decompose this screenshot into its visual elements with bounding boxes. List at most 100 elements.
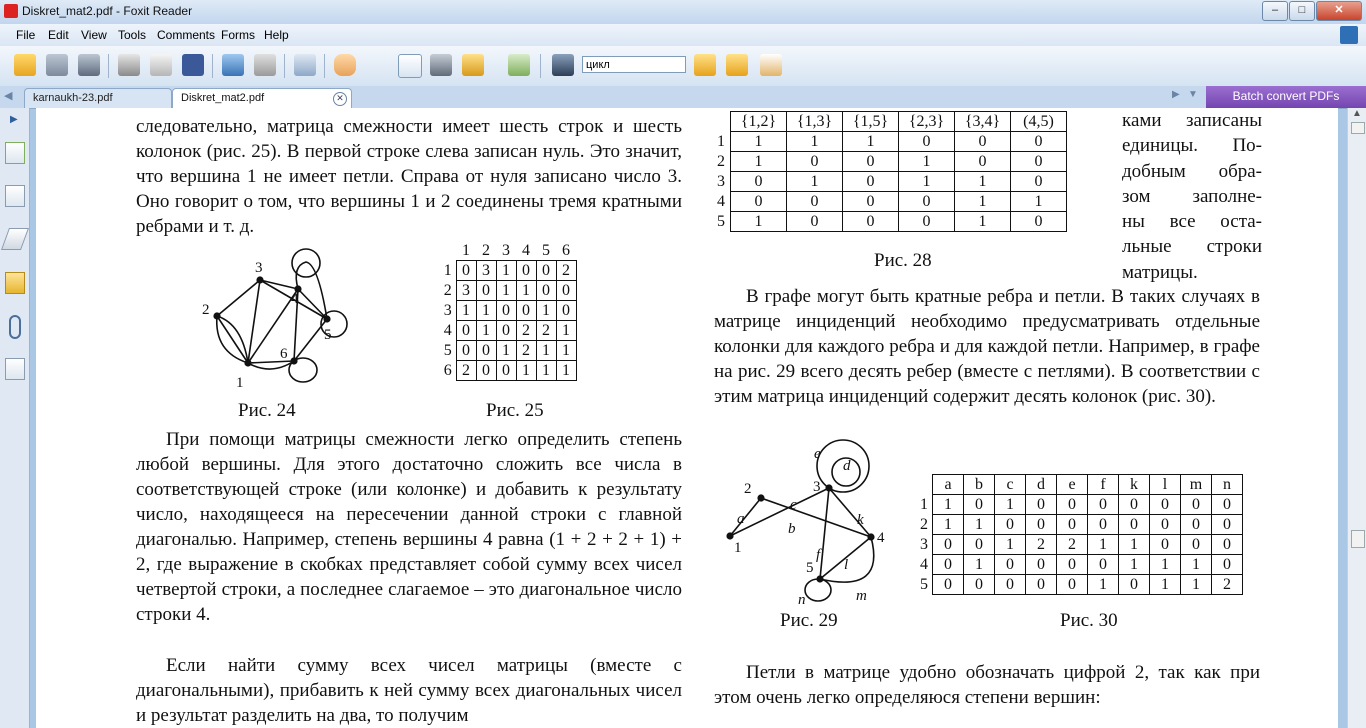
tab-diskret-mat2[interactable]: Diskret_mat2.pdf ✕	[172, 88, 352, 108]
save-as-icon[interactable]	[78, 54, 100, 76]
tab-karnaukh[interactable]: karnaukh-23.pdf	[24, 88, 172, 108]
matrix-row: 1111000	[712, 131, 1067, 152]
side-text-line: матрицы.	[1122, 261, 1198, 283]
matrix-cell: 0	[1010, 171, 1067, 192]
paragraph-adjacency-matrix: следовательно, матрица смежности имеет ш…	[136, 116, 682, 237]
text-select-icon[interactable]	[398, 54, 422, 78]
layers-panel-icon[interactable]	[0, 228, 30, 250]
attachments-paperclip-icon[interactable]	[9, 315, 21, 339]
matrix-row-label: 1	[443, 261, 452, 279]
matrix-row-label: 4	[717, 192, 725, 210]
caption-fig-30: Рис. 30	[1060, 610, 1118, 631]
network-icon[interactable]	[254, 54, 276, 76]
side-text-line: добным обра-	[1122, 160, 1262, 182]
matrix-row: 21100000000	[916, 514, 1243, 535]
edge-label-c: c	[790, 497, 797, 513]
menu-bar: File Edit View Tools Comments Forms Help	[0, 24, 1366, 46]
matrix-row-label: 4	[920, 555, 928, 573]
matrix-cell: 1	[932, 494, 964, 515]
caption-fig-25: Рис. 25	[486, 400, 544, 421]
matrix-cell: 0	[1149, 534, 1181, 555]
menu-view[interactable]: View	[81, 28, 107, 42]
matrix-row-label: 1	[920, 495, 928, 513]
matrix-cell: 1	[535, 340, 557, 361]
matrix-cell: 1	[1118, 554, 1150, 575]
matrix-column-header: f	[1087, 474, 1119, 495]
matrix-column-header: 5	[542, 241, 550, 259]
panel-expand-icon[interactable]: ▶	[10, 114, 18, 125]
find-next-icon[interactable]	[726, 54, 748, 76]
matrix-cell: 0	[932, 554, 964, 575]
scrollbar-grip-top[interactable]	[1351, 122, 1365, 134]
rms-lock-icon[interactable]	[462, 54, 484, 76]
menu-help[interactable]: Help	[264, 28, 289, 42]
caption-fig-28: Рис. 28	[874, 250, 932, 271]
batch-convert-button[interactable]: Batch convert PDFs	[1206, 86, 1366, 108]
close-button[interactable]: ✕	[1316, 1, 1362, 21]
matrix-cell: 1	[954, 211, 1011, 232]
matrix-cell: 0	[1056, 554, 1088, 575]
close-tab-icon[interactable]: ✕	[333, 92, 347, 106]
save-icon[interactable]	[46, 54, 68, 76]
pages-icon[interactable]	[294, 54, 316, 76]
menu-edit[interactable]: Edit	[48, 28, 69, 42]
email-icon[interactable]	[150, 54, 172, 76]
matrix-row: 5100010	[712, 211, 1067, 232]
sign-pen-icon[interactable]	[508, 54, 530, 76]
matrix-cell: 1	[730, 151, 787, 172]
matrix-cell: 0	[932, 574, 964, 595]
graph24-label-1: 1	[236, 375, 244, 391]
print-icon[interactable]	[118, 54, 140, 76]
matrix-cell: 0	[1025, 574, 1057, 595]
comments-panel-icon[interactable]	[5, 272, 25, 294]
menu-comments[interactable]: Comments	[157, 28, 215, 42]
graph-figure-24: 1 2 3 4 5 6	[202, 248, 348, 391]
search-input[interactable]	[582, 56, 686, 73]
facebook-icon[interactable]	[182, 54, 204, 76]
signature-panel-icon[interactable]	[5, 358, 25, 380]
menu-file[interactable]: File	[16, 28, 35, 42]
toolbar-separator	[284, 54, 285, 78]
menu-forms[interactable]: Forms	[221, 28, 255, 42]
vertical-scrollbar[interactable]: ▲	[1347, 108, 1366, 728]
minimize-button[interactable]: –	[1262, 1, 1288, 21]
tab-scroll-left-icon[interactable]: ◀	[4, 89, 12, 102]
open-folder-icon[interactable]	[14, 54, 36, 76]
matrix-cell: 0	[455, 340, 477, 361]
matrix-cell: 1	[963, 554, 995, 575]
matrix-column-header: l	[1149, 474, 1181, 495]
matrix-cell: 2	[455, 360, 477, 381]
matrix-cell: 1	[954, 191, 1011, 212]
scrollbar-thumb[interactable]	[1351, 530, 1365, 548]
matrix-cell: 0	[1180, 494, 1212, 515]
scroll-up-icon[interactable]: ▲	[1352, 108, 1362, 119]
paragraph-loops: Петли в матрице удобно обозначать цифрой…	[714, 662, 1260, 708]
maximize-button[interactable]: □	[1289, 1, 1315, 21]
matrix-cell: 0	[1087, 514, 1119, 535]
select-arrow-icon[interactable]	[366, 54, 388, 76]
snapshot-camera-icon[interactable]	[430, 54, 452, 76]
search-options-icon[interactable]	[760, 54, 782, 76]
bookmarks-panel-icon[interactable]	[5, 185, 25, 207]
matrix-cell: 0	[1010, 151, 1067, 172]
matrix-column-header: 3	[502, 241, 510, 259]
matrix-cell: 1	[954, 171, 1011, 192]
matrix-cell: 1	[994, 534, 1026, 555]
menu-tools[interactable]: Tools	[118, 28, 146, 42]
pages-panel-icon[interactable]	[5, 142, 25, 164]
tab-scroll-right-icon[interactable]: ▶	[1172, 89, 1180, 100]
edge-label-l: l	[844, 557, 848, 573]
graph29-vertex-4: 4	[877, 530, 885, 546]
find-previous-icon[interactable]	[694, 54, 716, 76]
graph-figure-29: 1 2 3 4 5 a b c d e f k l m n	[726, 439, 885, 604]
matrix-cell: 3	[475, 260, 497, 281]
tab-list-dropdown-icon[interactable]: ▼	[1188, 89, 1198, 100]
monitor-icon[interactable]	[222, 54, 244, 76]
pdf-page: следовательно, матрица смежности имеет ш…	[36, 108, 1338, 728]
expand-window-icon[interactable]	[1340, 26, 1358, 44]
side-text-line: единицы. По-	[1122, 135, 1262, 157]
hand-tool-icon[interactable]	[334, 54, 356, 76]
find-binoculars-icon[interactable]	[552, 54, 574, 76]
adjacency-matrix-fig-25: 1234561031002230110031100104010221500121…	[440, 241, 577, 381]
matrix-cell: 2	[1056, 534, 1088, 555]
